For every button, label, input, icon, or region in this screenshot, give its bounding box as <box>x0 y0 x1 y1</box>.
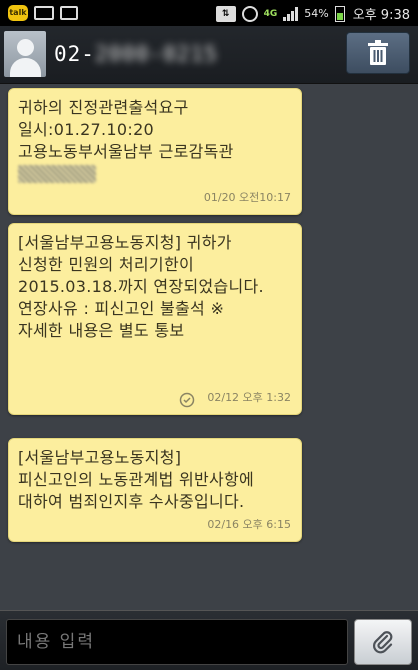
data-icon: ⇅ <box>215 5 236 22</box>
message-time: 02/16 오후 6:15 <box>207 518 291 531</box>
battery-percent: 54% <box>304 7 329 20</box>
message-bubble[interactable]: [서울남부고용노동지청] 피신고인의 노동관계법 위반사항에 대하여 범죄인지후… <box>8 438 302 542</box>
clock: 오후 9:38 <box>352 8 410 23</box>
status-bar: talk ⇅ 4G 54% 오후 9:38 <box>0 0 418 26</box>
network-type: 4G <box>263 8 278 19</box>
message-bubble[interactable]: 귀하의 진정관련출석요구 일시:01.27.10:20 고용노동부서울남부 근로… <box>8 88 302 215</box>
avatar[interactable] <box>4 31 46 77</box>
attach-button[interactable] <box>354 619 412 665</box>
redacted-text <box>18 165 96 183</box>
message-time: 01/20 오전10:17 <box>203 191 291 204</box>
message-text: [서울남부고용노동지청] 귀하가 신청한 민원의 처리기한이 2015.03.1… <box>18 233 264 340</box>
message-input[interactable]: 내용 입력 <box>6 619 348 665</box>
person-icon <box>17 39 34 56</box>
paperclip-icon <box>373 631 393 654</box>
message-bubble[interactable]: [서울남부고용노동지청] 귀하가 신청한 민원의 처리기한이 2015.03.1… <box>8 223 302 415</box>
alarm-icon <box>241 5 258 22</box>
conversation-header: 02-2000-0215 <box>0 26 418 84</box>
message-text: [서울남부고용노동지청] 피신고인의 노동관계법 위반사항에 대하여 범죄인지후… <box>18 448 255 511</box>
message-time: 02/12 오후 1:32 <box>207 391 291 404</box>
kakaotalk-icon: talk <box>8 5 28 21</box>
contact-number-redacted: 2000-0215 <box>94 42 218 66</box>
signal-icon <box>283 6 299 21</box>
message-text: 귀하의 진정관련출석요구 일시:01.27.10:20 고용노동부서울남부 근로… <box>18 98 234 161</box>
battery-icon <box>334 5 345 22</box>
contact-number-prefix: 02- <box>54 42 95 66</box>
contact-number[interactable]: 02-2000-0215 <box>54 42 218 66</box>
trash-icon <box>368 40 388 65</box>
message-status-icon <box>179 392 195 408</box>
gallery-icon <box>60 6 78 20</box>
mail-icon <box>34 6 54 20</box>
compose-bar: 내용 입력 <box>0 610 418 670</box>
message-list[interactable]: 귀하의 진정관련출석요구 일시:01.27.10:20 고용노동부서울남부 근로… <box>0 84 418 610</box>
delete-button[interactable] <box>346 32 410 74</box>
